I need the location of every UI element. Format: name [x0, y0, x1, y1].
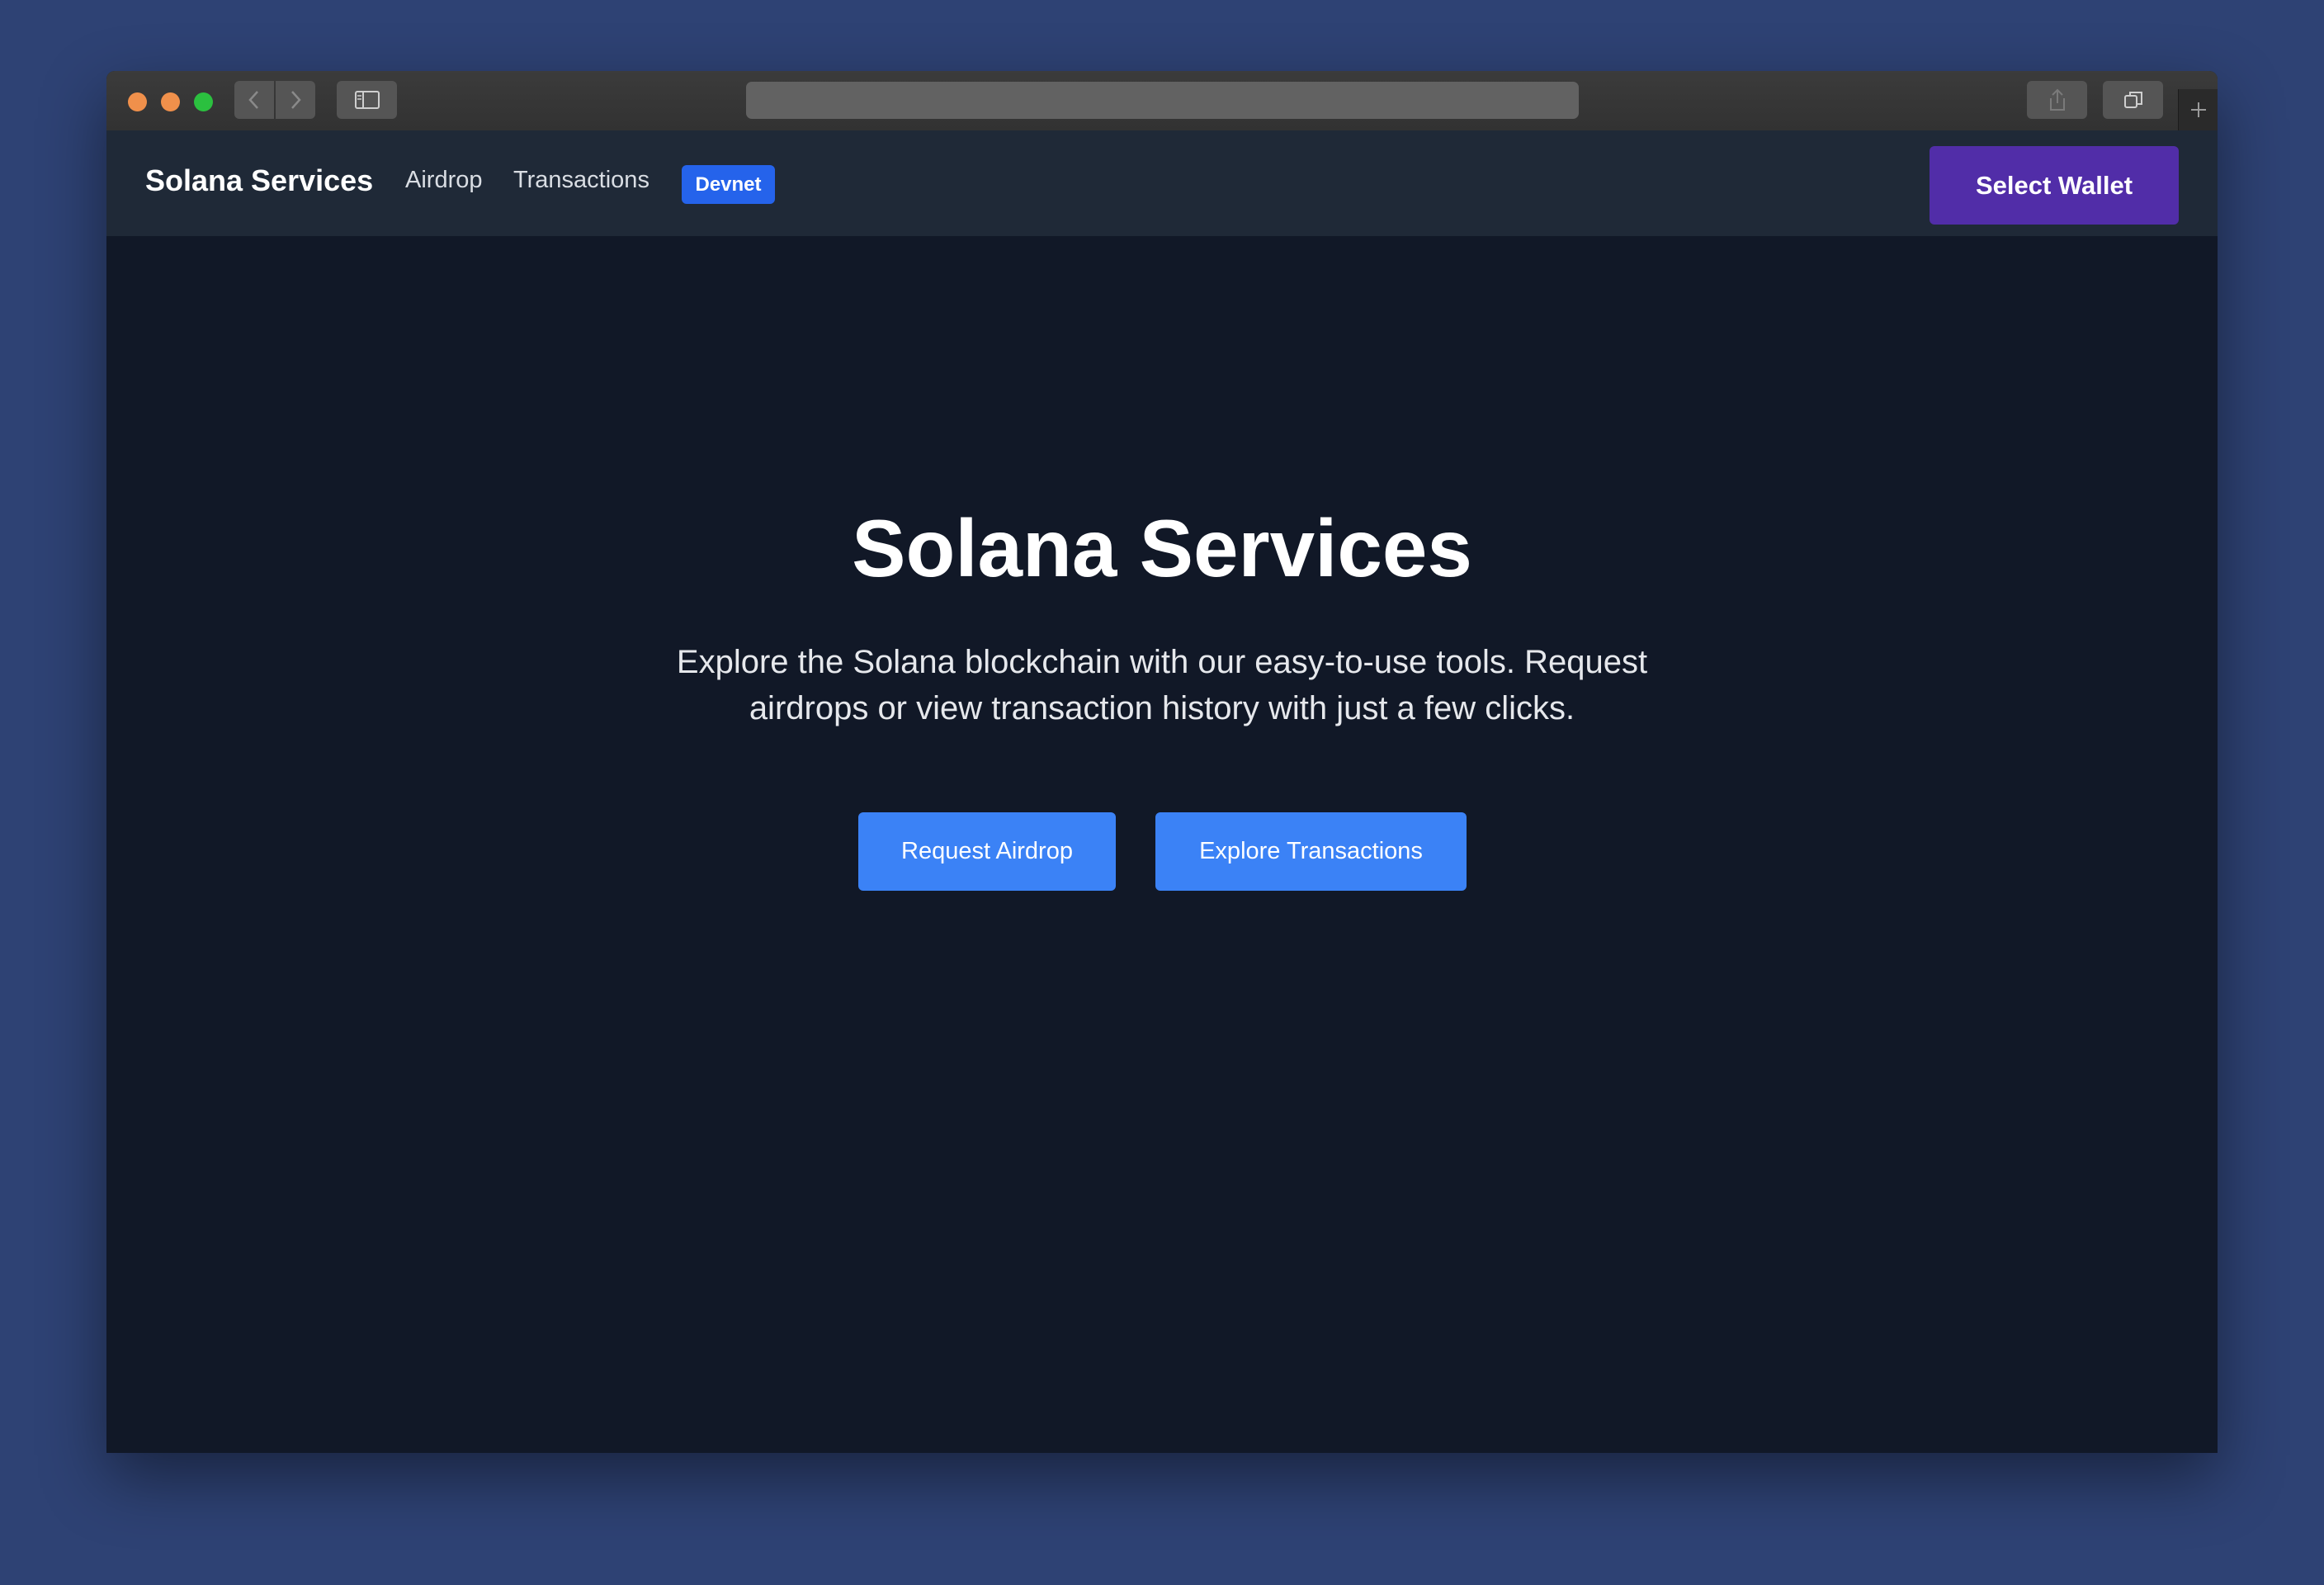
forward-button[interactable]	[276, 81, 315, 119]
chevron-right-icon	[291, 91, 301, 109]
back-button[interactable]	[234, 81, 274, 119]
browser-window: Solana Services Airdrop Transactions Dev…	[106, 71, 2218, 1453]
select-wallet-button[interactable]: Select Wallet	[1930, 146, 2179, 225]
tabs-icon	[2123, 92, 2142, 108]
site-navbar: Solana Services Airdrop Transactions Dev…	[106, 130, 2218, 236]
sidebar-icon	[354, 91, 380, 109]
brand-logo-text[interactable]: Solana Services	[145, 163, 373, 198]
hero-title: Solana Services	[852, 503, 1472, 594]
request-airdrop-button[interactable]: Request Airdrop	[858, 812, 1116, 891]
share-icon	[2049, 88, 2065, 111]
share-button[interactable]	[2027, 81, 2087, 119]
minimize-window-button[interactable]	[161, 92, 180, 111]
new-tab-button[interactable]	[2178, 89, 2218, 130]
address-bar[interactable]	[746, 82, 1579, 119]
tab-overview-button[interactable]	[2103, 81, 2163, 119]
hero-description: Explore the Solana blockchain with our e…	[676, 644, 1648, 726]
maximize-window-button[interactable]	[194, 92, 213, 111]
close-window-button[interactable]	[128, 92, 147, 111]
plus-icon	[2191, 102, 2206, 117]
nav-link-transactions[interactable]: Transactions	[513, 167, 649, 194]
chevron-left-icon	[248, 91, 258, 109]
nav-link-airdrop[interactable]: Airdrop	[405, 167, 483, 194]
network-badge: Devnet	[682, 165, 775, 204]
explore-transactions-button[interactable]: Explore Transactions	[1155, 812, 1467, 891]
sidebar-toggle-button[interactable]	[337, 81, 397, 119]
browser-titlebar	[106, 71, 2218, 131]
